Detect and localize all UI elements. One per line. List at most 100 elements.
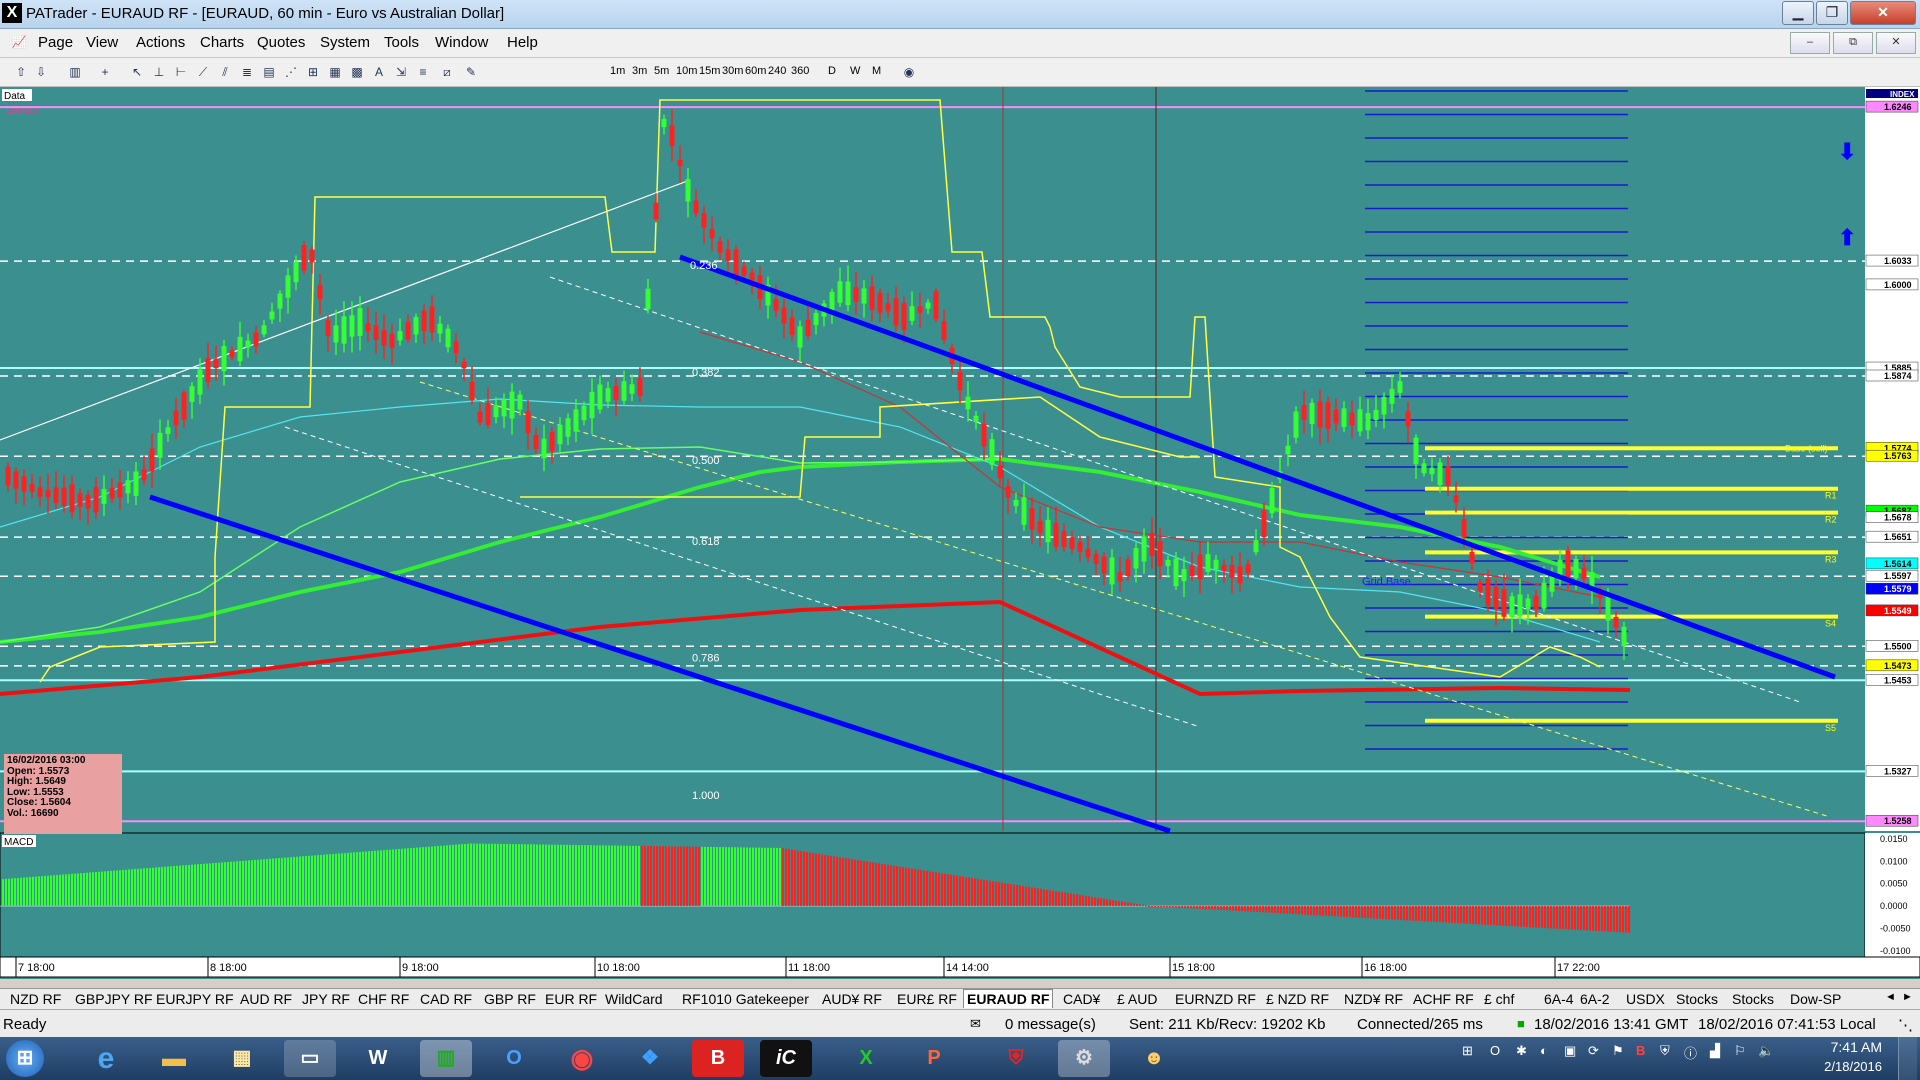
tab-23[interactable]: 6A-2 [1580, 991, 1610, 1007]
box-tool-icon[interactable]: ▤ [260, 63, 278, 81]
tab-13[interactable]: EUR£ RF [897, 991, 957, 1007]
tf-240[interactable]: 240 [768, 65, 786, 77]
tab-scroll-right-icon[interactable]: ► [1902, 991, 1913, 1003]
explorer-icon[interactable]: ▬ [148, 1040, 200, 1077]
patrader-icon[interactable]: ▥ [420, 1040, 472, 1077]
tab-11[interactable]: RF1010 Gatekeeper [682, 991, 809, 1007]
menu-view[interactable]: View [86, 34, 118, 51]
tab-24[interactable]: USDX [1626, 991, 1665, 1007]
pivot-tool-icon[interactable]: ≡ [414, 63, 432, 81]
tf-monthly[interactable]: M [872, 65, 881, 77]
people-app-icon[interactable]: ☻ [1128, 1040, 1180, 1077]
tray-shield-icon[interactable]: ⛨ [1660, 1043, 1670, 1059]
tray-flag2-icon[interactable]: ⚐ [1734, 1043, 1746, 1059]
pointer-icon[interactable]: ↖ [128, 63, 146, 81]
tray-app-icon[interactable]: ◐ [1540, 1043, 1548, 1058]
tray-windows-icon[interactable]: ⊞ [1462, 1043, 1473, 1059]
menu-window[interactable]: Window [435, 34, 488, 51]
tray-outlook-icon[interactable]: O [1490, 1043, 1500, 1058]
calendar-icon[interactable]: ▦ [216, 1040, 268, 1077]
status-messages[interactable]: 0 message(s) [1005, 1016, 1096, 1033]
mail-icon[interactable]: ✉ [970, 1016, 981, 1032]
chart-window[interactable]: Data Locked INDEX MACD 0.236 0.382 0.500 0.… [0, 87, 1920, 979]
tab-1[interactable]: NZD RF [10, 991, 61, 1007]
clock-icon[interactable]: ◉ [900, 63, 918, 81]
menu-system[interactable]: System [320, 34, 370, 51]
tab-26[interactable]: Stocks [1732, 991, 1774, 1007]
tab-2[interactable]: GBPJPY RF [75, 991, 153, 1007]
tf-60m[interactable]: 60m [745, 65, 766, 77]
trendline-tool-icon[interactable]: ⟋ [194, 63, 212, 81]
gann-tool-icon[interactable]: ⊞ [304, 63, 322, 81]
start-orb-icon[interactable]: ⊞ [6, 1040, 44, 1077]
hline-tool-icon[interactable]: ⊢ [172, 63, 190, 81]
tray-volume-icon[interactable]: 🔈 [1758, 1043, 1774, 1059]
clock-date[interactable]: 2/18/2016 [1778, 1059, 1882, 1074]
tf-360[interactable]: 360 [791, 65, 809, 77]
chrome-icon[interactable]: ◉ [556, 1040, 608, 1077]
tab-10[interactable]: WildCard [605, 991, 663, 1007]
tray-calendar-icon[interactable]: ▣ [1564, 1043, 1576, 1059]
tab-17[interactable]: EURNZD RF [1175, 991, 1256, 1007]
tab-19[interactable]: NZD¥ RF [1344, 991, 1403, 1007]
clock-time[interactable]: 7:41 AM [1778, 1039, 1882, 1055]
crosshair-icon[interactable]: + [96, 63, 114, 81]
tab-16[interactable]: £ AUD [1117, 991, 1157, 1007]
tab-12[interactable]: AUD¥ RF [822, 991, 882, 1007]
menu-charts[interactable]: Charts [200, 34, 244, 51]
tab-14[interactable]: EURAUD RF [963, 989, 1054, 1008]
tf-1m[interactable]: 1m [610, 65, 625, 77]
tab-3[interactable]: EURJPY RF [156, 991, 234, 1007]
up-arrow-icon[interactable]: ⬆ [1838, 225, 1856, 250]
word-icon[interactable]: W [352, 1040, 404, 1077]
rsi-tool-icon[interactable]: ⧄ [438, 63, 456, 81]
blank-window-icon[interactable]: ▭ [284, 1040, 336, 1077]
tray-network-icon[interactable]: ▟ [1710, 1043, 1720, 1059]
powerpoint-icon[interactable]: P [908, 1040, 960, 1077]
line-tool-icon[interactable]: ⊥ [150, 63, 168, 81]
tab-15[interactable]: CAD¥ [1063, 991, 1100, 1007]
menu-help[interactable]: Help [507, 34, 538, 51]
tray-info-icon[interactable]: ⓘ [1684, 1043, 1697, 1062]
indicator-icon[interactable]: ▥ [66, 63, 84, 81]
mdi-close-button[interactable]: ✕ [1876, 32, 1916, 54]
zoom-out-icon[interactable]: ⇩ [32, 63, 50, 81]
tray-bluetooth-icon[interactable]: ✱ [1516, 1043, 1527, 1059]
mdi-minimize-button[interactable]: – [1790, 32, 1830, 54]
tab-22[interactable]: 6A-4 [1544, 991, 1574, 1007]
fib-tool-icon[interactable]: ≣ [238, 63, 256, 81]
tf-15m[interactable]: 15m [699, 65, 720, 77]
maximize-button[interactable]: ❐ [1816, 1, 1848, 25]
tf-3m[interactable]: 3m [632, 65, 647, 77]
tab-7[interactable]: CAD RF [420, 991, 472, 1007]
down-arrow-icon[interactable]: ⬇ [1838, 139, 1856, 164]
tab-18[interactable]: £ NZD RF [1266, 991, 1329, 1007]
excel-icon[interactable]: X [840, 1040, 892, 1077]
show-desktop-button[interactable] [1898, 1037, 1917, 1080]
fib-fan-icon[interactable]: ⋰ [282, 63, 300, 81]
tab-8[interactable]: GBP RF [484, 991, 536, 1007]
ic-app-icon[interactable]: iC [760, 1040, 812, 1077]
menu-tools[interactable]: Tools [384, 34, 419, 51]
arrow-tool-icon[interactable]: ⇲ [392, 63, 410, 81]
price-chart[interactable]: Data Locked INDEX MACD 0.2360.3820.5000.… [0, 87, 1920, 979]
tray-b-icon[interactable]: B [1636, 1043, 1645, 1058]
tab-21[interactable]: £ chf [1484, 991, 1514, 1007]
tf-10m[interactable]: 10m [676, 65, 697, 77]
zoom-in-icon[interactable]: ⇧ [12, 63, 30, 81]
tab-scroll-left-icon[interactable]: ◄ [1885, 991, 1896, 1003]
channel-tool-icon[interactable]: ⫽ [216, 63, 234, 81]
tab-20[interactable]: ACHF RF [1413, 991, 1474, 1007]
shield-app-icon[interactable]: ⛨ [990, 1040, 1042, 1077]
text-tool-icon[interactable]: A [370, 63, 388, 81]
menu-page[interactable]: Page [38, 34, 73, 51]
tab-25[interactable]: Stocks [1676, 991, 1718, 1007]
draw-tool-icon[interactable]: ✎ [462, 63, 480, 81]
dropbox-icon[interactable]: ❖ [624, 1040, 676, 1077]
tab-27[interactable]: Dow-SP [1790, 991, 1841, 1007]
close-button[interactable]: ✕ [1850, 1, 1916, 25]
outlook-icon[interactable]: O [488, 1040, 540, 1077]
tab-9[interactable]: EUR RF [545, 991, 597, 1007]
tray-sync-icon[interactable]: ⟳ [1588, 1043, 1599, 1059]
tf-30m[interactable]: 30m [722, 65, 743, 77]
